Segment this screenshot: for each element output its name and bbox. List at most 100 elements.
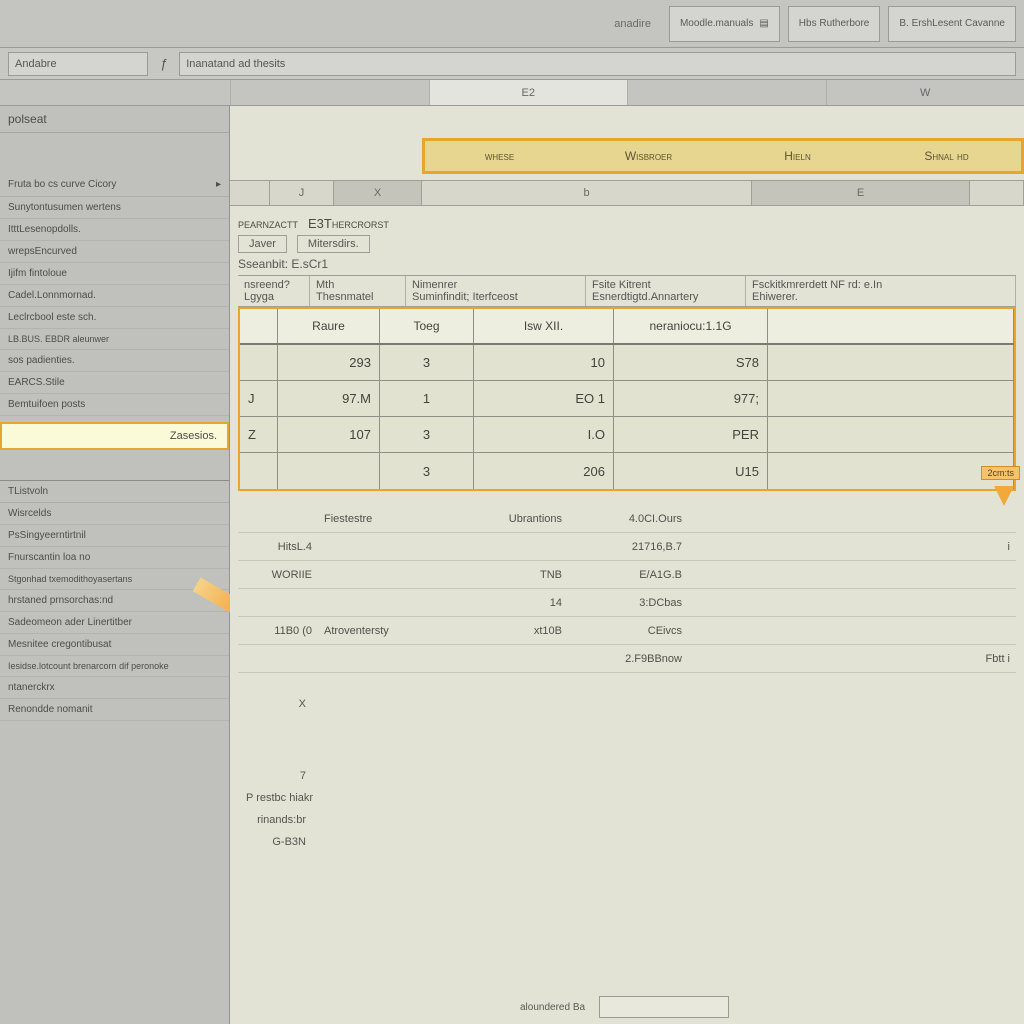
cell[interactable]: S78: [614, 345, 768, 380]
nav-item[interactable]: LB.BUS. EBDR aleunwer: [0, 329, 229, 350]
nav-item-highlighted[interactable]: Zasesios.: [0, 422, 229, 450]
col-header-e[interactable]: E: [752, 181, 970, 205]
sum-cell[interactable]: Atroventersty: [318, 625, 448, 637]
nav-item[interactable]: EARCS.Stile: [0, 372, 229, 394]
nav-group-2[interactable]: TListvoln: [0, 480, 229, 503]
cell[interactable]: 3: [380, 345, 474, 380]
sum-cell[interactable]: HitsL.4: [238, 541, 318, 553]
nav-item[interactable]: Cadel.Lonnmornad.: [0, 285, 229, 307]
cell[interactable]: 10: [474, 345, 614, 380]
lower-label-b: rinands:br: [246, 814, 306, 826]
select-all-corner[interactable]: [230, 181, 270, 205]
th[interactable]: Isw XII.: [474, 309, 614, 343]
ribbon-tab-1[interactable]: whese: [425, 141, 574, 171]
cell[interactable]: [768, 453, 1014, 489]
col-header-j[interactable]: J: [270, 181, 334, 205]
ruler-col-2[interactable]: E2: [429, 80, 628, 105]
cell[interactable]: [768, 381, 1014, 416]
sum-cell[interactable]: CEivcs: [568, 625, 688, 637]
sum-cell[interactable]: WORIIE: [238, 569, 318, 581]
formula-bar[interactable]: Inanatand ad thesits: [179, 52, 1016, 76]
doc-pill-2[interactable]: Mitersdirs.: [297, 235, 370, 253]
cell[interactable]: 977;: [614, 381, 768, 416]
ribbon-tab-2[interactable]: Wisbroer: [574, 141, 723, 171]
nav-item[interactable]: ItttLesenopdolls.: [0, 219, 229, 241]
sheet-cell[interactable]: [599, 996, 729, 1018]
nav-item[interactable]: Wisrcelds: [0, 503, 229, 525]
nav-item[interactable]: Renondde nomanit: [0, 699, 229, 721]
cell[interactable]: 3: [380, 453, 474, 489]
nav-section-1-label: Fruta bo cs curve Cicory: [8, 179, 116, 190]
down-arrow-icon: [994, 486, 1014, 506]
cell[interactable]: 206: [474, 453, 614, 489]
cell[interactable]: PER: [614, 417, 768, 452]
col-header-x[interactable]: X: [334, 181, 422, 205]
sum-cell[interactable]: xt10B: [448, 625, 568, 637]
th[interactable]: Toeg: [380, 309, 474, 343]
ribbon-tabstrip: whese Wisbroer Hieln Shnal hd: [422, 138, 1024, 174]
cell[interactable]: 1: [380, 381, 474, 416]
sum-cell[interactable]: i: [688, 541, 1016, 553]
nav-item[interactable]: Sadeomeon ader Linertitber: [0, 612, 229, 634]
th[interactable]: neraniocu:1.1G: [614, 309, 768, 343]
toolbar-btn-ersh[interactable]: B. ErshLesent Cavanne: [888, 6, 1016, 42]
sheet-tab[interactable]: aloundered Ba: [520, 1002, 585, 1013]
nav-item[interactable]: Mesnitee cregontibusat: [0, 634, 229, 656]
nav-item[interactable]: Leclrcbool este sch.: [0, 307, 229, 329]
nav-item[interactable]: Sunytontusumen wertens: [0, 197, 229, 219]
th[interactable]: Raure: [278, 309, 380, 343]
th[interactable]: [240, 309, 278, 343]
cell[interactable]: [768, 345, 1014, 380]
toolbar-btn-hbs[interactable]: Hbs Rutherbore: [788, 6, 881, 42]
nav-item[interactable]: Ijifm fintoloue: [0, 263, 229, 285]
sum-cell[interactable]: 11B0 (0: [238, 625, 318, 637]
ruler-col-1[interactable]: [230, 80, 429, 105]
formula-row: Andabre ƒ Inanatand ad thesits: [0, 48, 1024, 80]
sum-cell[interactable]: 2.F9BBnow: [568, 653, 688, 665]
table-badge[interactable]: 2cm:ts: [981, 466, 1020, 480]
nav-item[interactable]: hrstaned prnsorchas:nd: [0, 590, 229, 612]
grp-c1a: Mth: [316, 279, 399, 291]
cell[interactable]: [278, 453, 380, 489]
cell[interactable]: I.O: [474, 417, 614, 452]
name-box[interactable]: Andabre: [8, 52, 148, 76]
nav-item[interactable]: ntanerckrx: [0, 677, 229, 699]
nav-item[interactable]: Iesidse.lotcount brenarcorn dif peronoke: [0, 656, 229, 677]
sum-cell[interactable]: 14: [448, 597, 568, 609]
nav-item[interactable]: wrepsEncurved: [0, 241, 229, 263]
sum-cell[interactable]: TNB: [448, 569, 568, 581]
nav-item[interactable]: sos padienties.: [0, 350, 229, 372]
toolbar-btn-models[interactable]: Moodle.manuals ▤: [669, 6, 780, 42]
nav-item[interactable]: PsSingyeerntirtnil: [0, 525, 229, 547]
cell[interactable]: 107: [278, 417, 380, 452]
nav-item[interactable]: Bemtuifoen posts: [0, 394, 229, 416]
cell[interactable]: [240, 453, 278, 489]
cell[interactable]: Z: [240, 417, 278, 452]
cell[interactable]: U15: [614, 453, 768, 489]
ribbon-tab-4[interactable]: Shnal hd: [872, 141, 1021, 171]
nav-section-1[interactable]: Fruta bo cs curve Cicory ▸: [0, 173, 229, 197]
fx-icon[interactable]: ƒ: [160, 56, 167, 71]
sum-cell: Ubrantions: [448, 513, 568, 525]
cell[interactable]: [240, 345, 278, 380]
sum-cell[interactable]: Fbtt i: [688, 653, 1016, 665]
th[interactable]: [768, 309, 1014, 343]
summary-block: Fiestestre Ubrantions 4.0CI.Ours HitsL.4…: [238, 505, 1016, 673]
nav-item[interactable]: Fnurscantin loa no: [0, 547, 229, 569]
cell[interactable]: 97.M: [278, 381, 380, 416]
ruler-col-4[interactable]: W: [826, 80, 1024, 105]
cell[interactable]: J: [240, 381, 278, 416]
cell[interactable]: EO 1: [474, 381, 614, 416]
chevron-icon: ▸: [216, 179, 221, 190]
sum-cell[interactable]: 3:DCbas: [568, 597, 688, 609]
cell[interactable]: 3: [380, 417, 474, 452]
sum-cell[interactable]: 21716,B.7: [568, 541, 688, 553]
doc-pill-1[interactable]: Javer: [238, 235, 287, 253]
sum-cell[interactable]: E/A1G.B: [568, 569, 688, 581]
ruler-col-3[interactable]: [627, 80, 826, 105]
col-header-rest[interactable]: [970, 181, 1024, 205]
cell[interactable]: 293: [278, 345, 380, 380]
col-header-b[interactable]: b: [422, 181, 752, 205]
cell[interactable]: [768, 417, 1014, 452]
ribbon-tab-3[interactable]: Hieln: [723, 141, 872, 171]
